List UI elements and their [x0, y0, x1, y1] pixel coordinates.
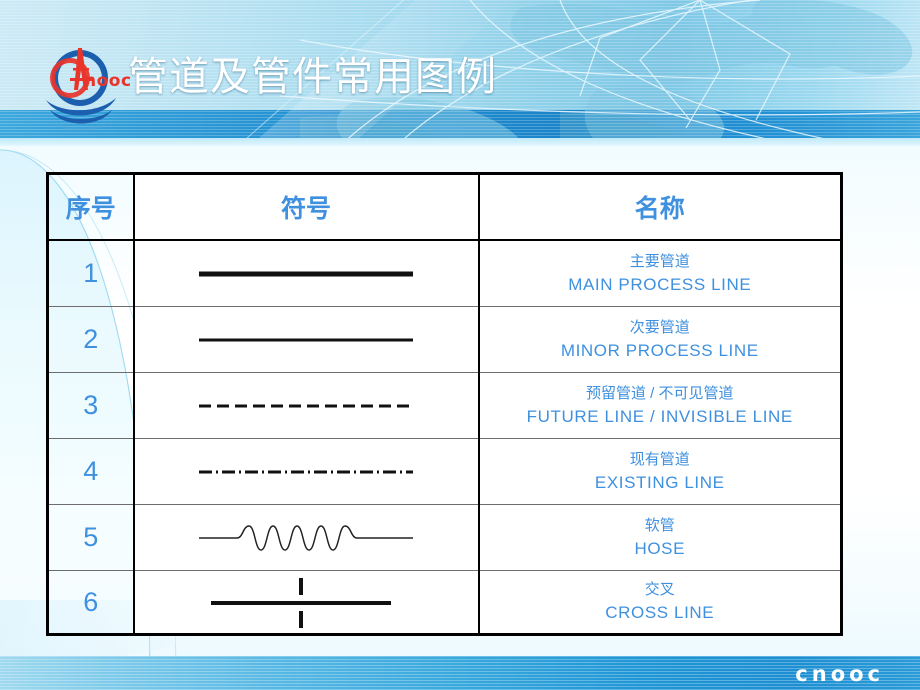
solid-thin-line-icon — [199, 338, 413, 341]
name-en: HOSE — [634, 538, 686, 558]
page-title: 管道及管件常用图例 — [128, 55, 497, 99]
name-cell: 次要管道 MINOR PROCESS LINE — [478, 306, 842, 373]
table-row: 3 预留管道 / 不可见管道 FUTURE LINE / INVISIBLE L… — [47, 372, 842, 439]
name-zh: 软管 — [644, 516, 675, 534]
row-number: 1 — [47, 239, 135, 307]
name-en: FUTURE LINE / INVISIBLE LINE — [526, 406, 793, 426]
cnooc-logo: nooc — [46, 48, 132, 131]
header-bottom-edge — [0, 138, 920, 146]
table-row: 4 现有管道 EXISTING LINE — [47, 438, 842, 505]
footer-scanline-texture — [0, 656, 920, 690]
column-header-symbol: 符号 — [133, 173, 480, 241]
table-header-row: 序号 符号 名称 — [47, 173, 842, 241]
symbol-cell-dash-dot — [133, 438, 480, 505]
footer-brand-mark: cnooc — [795, 662, 884, 686]
row-number: 2 — [47, 306, 135, 373]
column-header-no: 序号 — [47, 173, 135, 241]
name-en: EXISTING LINE — [594, 472, 725, 492]
table-row: 1 主要管道 MAIN PROCESS LINE — [47, 239, 842, 307]
name-en: MINOR PROCESS LINE — [560, 340, 759, 360]
row-number: 4 — [47, 438, 135, 505]
slide-canvas: nooc 管道及管件常用图例 序号 符号 名称 1 主要管道 MAIN PROC… — [0, 0, 920, 690]
name-cell: 交叉 CROSS LINE — [478, 570, 842, 635]
name-zh: 现有管道 — [629, 450, 690, 468]
table-row: 2 次要管道 MINOR PROCESS LINE — [47, 306, 842, 373]
dashed-line-icon — [199, 404, 413, 407]
name-zh: 主要管道 — [629, 252, 690, 270]
name-zh: 次要管道 — [629, 318, 690, 336]
name-zh: 预留管道 / 不可见管道 — [585, 384, 734, 402]
row-number: 5 — [47, 504, 135, 571]
name-cell: 软管 HOSE — [478, 504, 842, 571]
table-row: 6 交叉 CROSS LINE — [47, 570, 842, 635]
name-cell: 现有管道 EXISTING LINE — [478, 438, 842, 505]
symbol-cell-solid-thick — [133, 239, 480, 307]
name-zh: 交叉 — [644, 581, 675, 598]
symbol-cell-solid-thin — [133, 306, 480, 373]
solid-thick-line-icon — [199, 271, 413, 276]
symbol-cell-cross — [133, 570, 480, 635]
column-header-name: 名称 — [478, 173, 842, 241]
name-en: MAIN PROCESS LINE — [568, 274, 752, 294]
symbol-cell-hose — [133, 504, 480, 571]
wavy-hose-line-icon — [199, 524, 413, 551]
slide-footer-bar: cnooc — [0, 656, 920, 690]
slide-header-banner: nooc 管道及管件常用图例 — [0, 0, 920, 146]
row-number: 6 — [47, 570, 135, 635]
name-cell: 预留管道 / 不可见管道 FUTURE LINE / INVISIBLE LIN… — [478, 372, 842, 439]
dash-dot-line-icon — [199, 470, 413, 473]
name-en: CROSS LINE — [605, 603, 715, 622]
logo-wordmark-text: nooc — [84, 71, 132, 91]
row-number: 3 — [47, 372, 135, 439]
table-row: 5 软管 HOSE — [47, 504, 842, 571]
name-cell: 主要管道 MAIN PROCESS LINE — [478, 239, 842, 307]
cross-line-icon — [211, 578, 391, 628]
symbol-cell-dashed — [133, 372, 480, 439]
pipe-legend-table: 序号 符号 名称 1 主要管道 MAIN PROCESS LINE 2 次要管道… — [46, 172, 843, 636]
